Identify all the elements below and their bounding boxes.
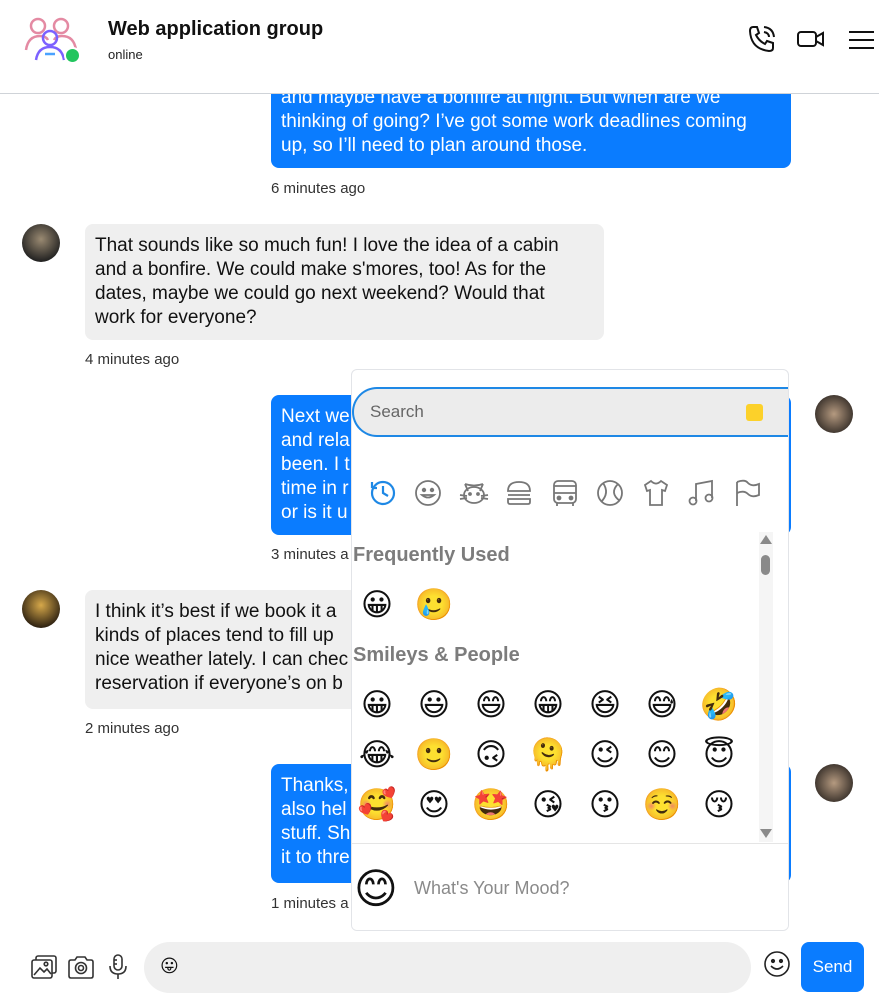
preview-text: What's Your Mood? <box>414 878 570 898</box>
emoji-preview: 😊 What's Your Mood? <box>352 843 788 930</box>
smiley-icon[interactable] <box>406 475 452 511</box>
smileys-title: Smileys & People <box>353 644 520 666</box>
scroll-up-arrow-icon[interactable] <box>760 535 772 544</box>
message-line: That sounds like so much fun! I love the… <box>95 235 559 256</box>
message-time: 1 minutes a <box>271 895 349 912</box>
video-icon[interactable] <box>796 24 826 54</box>
message-time: 2 minutes ago <box>85 720 180 737</box>
emoji[interactable]: 😆 <box>583 685 627 725</box>
message-line: and a bonfire. We could make s'mores, to… <box>95 259 547 280</box>
emoji-scrollbar[interactable] <box>759 532 773 842</box>
message-line: up, so I’ll need to plan around those. <box>281 135 588 156</box>
avatar[interactable] <box>22 224 60 262</box>
group-title: Web application group <box>108 18 324 40</box>
emoji[interactable]: 🫠 <box>526 735 570 775</box>
emoji[interactable]: 😀 <box>355 685 399 725</box>
online-indicator <box>64 47 81 64</box>
message-time: 6 minutes ago <box>271 180 366 197</box>
send-button[interactable]: Send <box>801 942 864 992</box>
preview-emoji: 😊 <box>354 865 398 912</box>
emoji[interactable]: 😅 <box>640 685 684 725</box>
chat-header: Web application group online <box>0 0 879 94</box>
emoji[interactable]: 😊 <box>640 735 684 775</box>
message-line: thinking of going? I’ve got some work de… <box>281 111 747 132</box>
emoji[interactable]: 🤩 <box>469 785 513 825</box>
message-input[interactable]: 😛 <box>144 942 751 993</box>
shirt-icon[interactable] <box>633 475 679 511</box>
emoji-search-input[interactable] <box>370 389 730 435</box>
emoji[interactable]: 😁 <box>526 685 570 725</box>
emoji-category-bar <box>360 475 780 511</box>
emoji[interactable]: 😗 <box>583 785 627 825</box>
emoji[interactable]: 🤣 <box>697 685 741 725</box>
message-bubble: That sounds like so much fun! I love the… <box>85 224 604 340</box>
image-icon[interactable] <box>30 953 58 981</box>
avatar[interactable] <box>22 590 60 628</box>
composer-bar: 😛 Send <box>0 936 879 993</box>
emoji[interactable]: 🙂 <box>412 735 456 775</box>
emoji[interactable]: 😄 <box>469 685 513 725</box>
emoji[interactable]: ☺️ <box>640 785 684 825</box>
flag-icon[interactable] <box>724 475 770 511</box>
phone-icon[interactable] <box>747 24 777 54</box>
avatar[interactable] <box>815 764 853 802</box>
bus-icon[interactable] <box>542 475 588 511</box>
emoji[interactable]: 😚 <box>697 785 741 825</box>
scroll-down-arrow-icon[interactable] <box>760 829 772 838</box>
emoji[interactable]: 😍 <box>412 785 456 825</box>
ball-icon[interactable] <box>588 475 634 511</box>
emoji[interactable]: 🥲 <box>412 585 456 625</box>
message-time: 3 minutes a <box>271 546 349 563</box>
music-icon[interactable] <box>679 475 725 511</box>
emoji[interactable]: 😘 <box>526 785 570 825</box>
group-status: online <box>108 47 143 62</box>
burger-icon[interactable] <box>497 475 543 511</box>
skin-tone-selector[interactable] <box>746 404 763 421</box>
scroll-thumb[interactable] <box>761 555 770 575</box>
input-emoji: 😛 <box>160 956 179 976</box>
emoji[interactable]: 🙃 <box>469 735 513 775</box>
emoji[interactable]: 😃 <box>412 685 456 725</box>
emoji-picker: Frequently Used 😀 🥲 Smileys & People 😀 😃… <box>351 369 789 931</box>
emoji[interactable]: 🥰 <box>355 785 399 825</box>
message-line: dates, maybe we could go next weekend? W… <box>95 283 545 304</box>
avatar[interactable] <box>815 395 853 433</box>
emoji-search[interactable] <box>352 387 788 437</box>
menu-icon[interactable] <box>846 24 876 54</box>
recent-icon[interactable] <box>360 475 406 511</box>
message-time: 4 minutes ago <box>85 351 180 368</box>
emoji[interactable]: 😇 <box>697 735 741 775</box>
emoji[interactable]: 😀 <box>355 585 399 625</box>
microphone-icon[interactable] <box>104 953 132 981</box>
frequently-used-title: Frequently Used <box>353 544 510 566</box>
emoji-picker-toggle-icon[interactable] <box>763 950 791 978</box>
emoji[interactable]: 😂 <box>355 735 399 775</box>
message-line: work for everyone? <box>95 307 257 328</box>
camera-icon[interactable] <box>67 953 95 981</box>
emoji[interactable]: 😉 <box>583 735 627 775</box>
cat-icon[interactable] <box>451 475 497 511</box>
